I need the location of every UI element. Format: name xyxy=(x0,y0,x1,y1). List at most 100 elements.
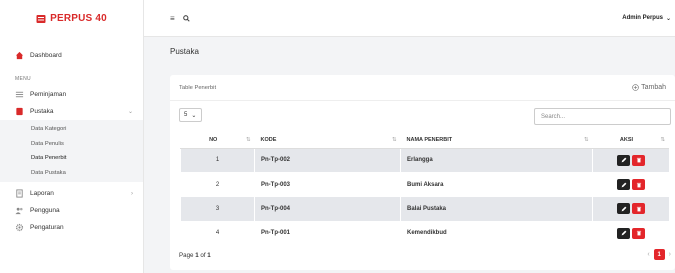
table-row: 4 Pn-Tp-001 Kemendikbud xyxy=(180,221,669,246)
cell-kode: Pn-Tp-002 xyxy=(254,148,401,173)
chevron-left-icon[interactable]: ‹ xyxy=(647,251,649,258)
pencil-icon xyxy=(621,206,626,212)
column-header-no[interactable]: NO ⇅ xyxy=(180,132,255,149)
cell-aksi xyxy=(592,148,669,173)
pencil-icon xyxy=(621,230,626,236)
page-word: Page xyxy=(179,252,194,259)
cell-aksi xyxy=(592,196,669,222)
column-header-aksi[interactable]: AKSI ⇅ xyxy=(592,132,669,149)
edit-button[interactable] xyxy=(617,179,630,191)
cell-nama: Erlangga xyxy=(400,148,593,173)
column-header-nama[interactable]: NAMA PENERBIT ⇅ xyxy=(400,132,593,149)
page-total: 1 xyxy=(207,252,211,259)
page-title: Pustaka xyxy=(170,47,199,56)
column-header-label: AKSI xyxy=(619,136,634,143)
chevron-right-icon[interactable]: › xyxy=(669,251,671,258)
sidebar: PERPUS 40 Dashboard MENU Peminjaman Pust… xyxy=(0,0,144,273)
page-info: Page 1 of 1 xyxy=(179,252,211,259)
sort-icon: ⇅ xyxy=(245,136,251,143)
sidebar-item-pustaka[interactable]: Pustaka ⌄ xyxy=(0,103,143,120)
brand-logo[interactable]: PERPUS 40 xyxy=(0,0,143,37)
chevron-down-icon: ⌄ xyxy=(127,109,133,115)
page-button-1[interactable]: 1 xyxy=(653,249,665,260)
table-row: 3 Pn-Tp-004 Balai Pustaka xyxy=(180,196,669,222)
column-header-label: NAMA PENERBIT xyxy=(406,136,453,143)
user-name: Admin Perpus xyxy=(622,15,663,21)
pencil-icon xyxy=(621,182,626,187)
topbar: ≡ Admin Perpus ⌄ xyxy=(144,0,675,37)
column-header-label: NO xyxy=(209,136,218,143)
page-size-select[interactable]: 5 ⌄ xyxy=(179,108,202,122)
sidebar-item-pengguna[interactable]: Pengguna xyxy=(0,202,143,219)
sidebar-item-peminjaman[interactable]: Peminjaman xyxy=(0,86,143,103)
sidebar-item-dashboard[interactable]: Dashboard xyxy=(0,47,143,64)
search-placeholder: Search... xyxy=(541,113,566,120)
cell-nama: Bumi Aksara xyxy=(400,172,593,197)
sidebar-item-pengaturan[interactable]: Pengaturan xyxy=(0,219,143,236)
edit-button[interactable] xyxy=(617,227,630,239)
chevron-down-icon: ⌄ xyxy=(665,15,671,22)
add-button[interactable]: Tambah xyxy=(632,84,666,91)
of-word: of xyxy=(200,252,206,259)
table-card: Table Penerbit Tambah 5 ⌄ Search... NO ⇅ … xyxy=(170,75,675,270)
card-title: Table Penerbit xyxy=(179,84,217,91)
gear-icon xyxy=(14,223,24,233)
submenu-item-kategori[interactable]: Data Kategori xyxy=(0,122,143,137)
book-icon xyxy=(14,107,24,117)
submenu-item-penulis[interactable]: Data Penulis xyxy=(0,137,143,152)
delete-button[interactable] xyxy=(632,203,645,215)
chevron-right-icon: › xyxy=(131,190,133,197)
column-header-label: KODE xyxy=(260,136,277,143)
cell-nama: Balai Pustaka xyxy=(400,196,593,222)
sidebar-item-label: Pengaturan xyxy=(30,224,64,231)
brand-name: PERPUS 40 xyxy=(50,13,107,24)
sidebar-item-label: Peminjaman xyxy=(30,91,67,98)
user-menu[interactable]: Admin Perpus ⌄ xyxy=(622,15,675,22)
pencil-icon xyxy=(621,158,626,163)
cell-no: 2 xyxy=(180,172,255,197)
trash-icon xyxy=(636,231,641,236)
edit-button[interactable] xyxy=(617,203,630,215)
search-icon[interactable] xyxy=(182,14,190,22)
list-icon xyxy=(14,90,24,100)
column-header-kode[interactable]: KODE ⇅ xyxy=(254,132,401,149)
sidebar-item-label: Laporan xyxy=(30,190,54,197)
users-icon xyxy=(14,206,24,216)
submenu-item-pustaka[interactable]: Data Pustaka xyxy=(0,166,143,181)
table-row: 2 Pn-Tp-003 Bumi Aksara xyxy=(180,172,669,197)
book-logo-icon xyxy=(36,14,46,23)
sidebar-item-label: Pustaka xyxy=(30,108,54,115)
plus-circle-icon xyxy=(632,84,639,91)
report-icon xyxy=(14,189,24,199)
sort-icon: ⇅ xyxy=(660,136,665,143)
trash-icon xyxy=(636,182,641,187)
edit-button[interactable] xyxy=(617,154,630,166)
cell-kode: Pn-Tp-003 xyxy=(254,172,401,197)
delete-button[interactable] xyxy=(632,227,645,239)
menu-section-label: MENU xyxy=(15,76,31,82)
submenu-item-penerbit[interactable]: Data Penerbit xyxy=(0,151,143,166)
sort-icon: ⇅ xyxy=(583,136,589,143)
sidebar-item-label: Pengguna xyxy=(30,207,60,214)
chevron-down-icon: ⌄ xyxy=(191,112,197,119)
cell-kode: Pn-Tp-004 xyxy=(254,196,401,222)
sort-icon: ⇅ xyxy=(391,136,397,143)
trash-icon xyxy=(636,158,641,163)
pustaka-submenu: Data Kategori Data Penulis Data Penerbit… xyxy=(0,120,143,182)
cell-no: 1 xyxy=(180,148,255,173)
sidebar-item-laporan[interactable]: Laporan › xyxy=(0,185,143,202)
pagination: ‹ 1 › xyxy=(647,249,671,260)
delete-button[interactable] xyxy=(632,154,645,166)
sidebar-item-label: Dashboard xyxy=(30,52,62,59)
home-icon xyxy=(14,51,24,61)
page-current: 1 xyxy=(195,252,199,259)
cell-no: 4 xyxy=(180,221,255,246)
delete-button[interactable] xyxy=(632,179,645,191)
cell-aksi xyxy=(592,172,669,197)
page-size-value: 5 xyxy=(184,112,188,118)
penerbit-table: NO ⇅ KODE ⇅ NAMA PENERBIT ⇅ AKSI ⇅ 1 Pn-Tp-0… xyxy=(180,132,669,246)
trash-icon xyxy=(636,206,641,212)
search-input[interactable]: Search... xyxy=(534,108,671,125)
table-row: 1 Pn-Tp-002 Erlangga xyxy=(180,148,669,173)
menu-toggle-icon[interactable]: ≡ xyxy=(170,14,175,23)
